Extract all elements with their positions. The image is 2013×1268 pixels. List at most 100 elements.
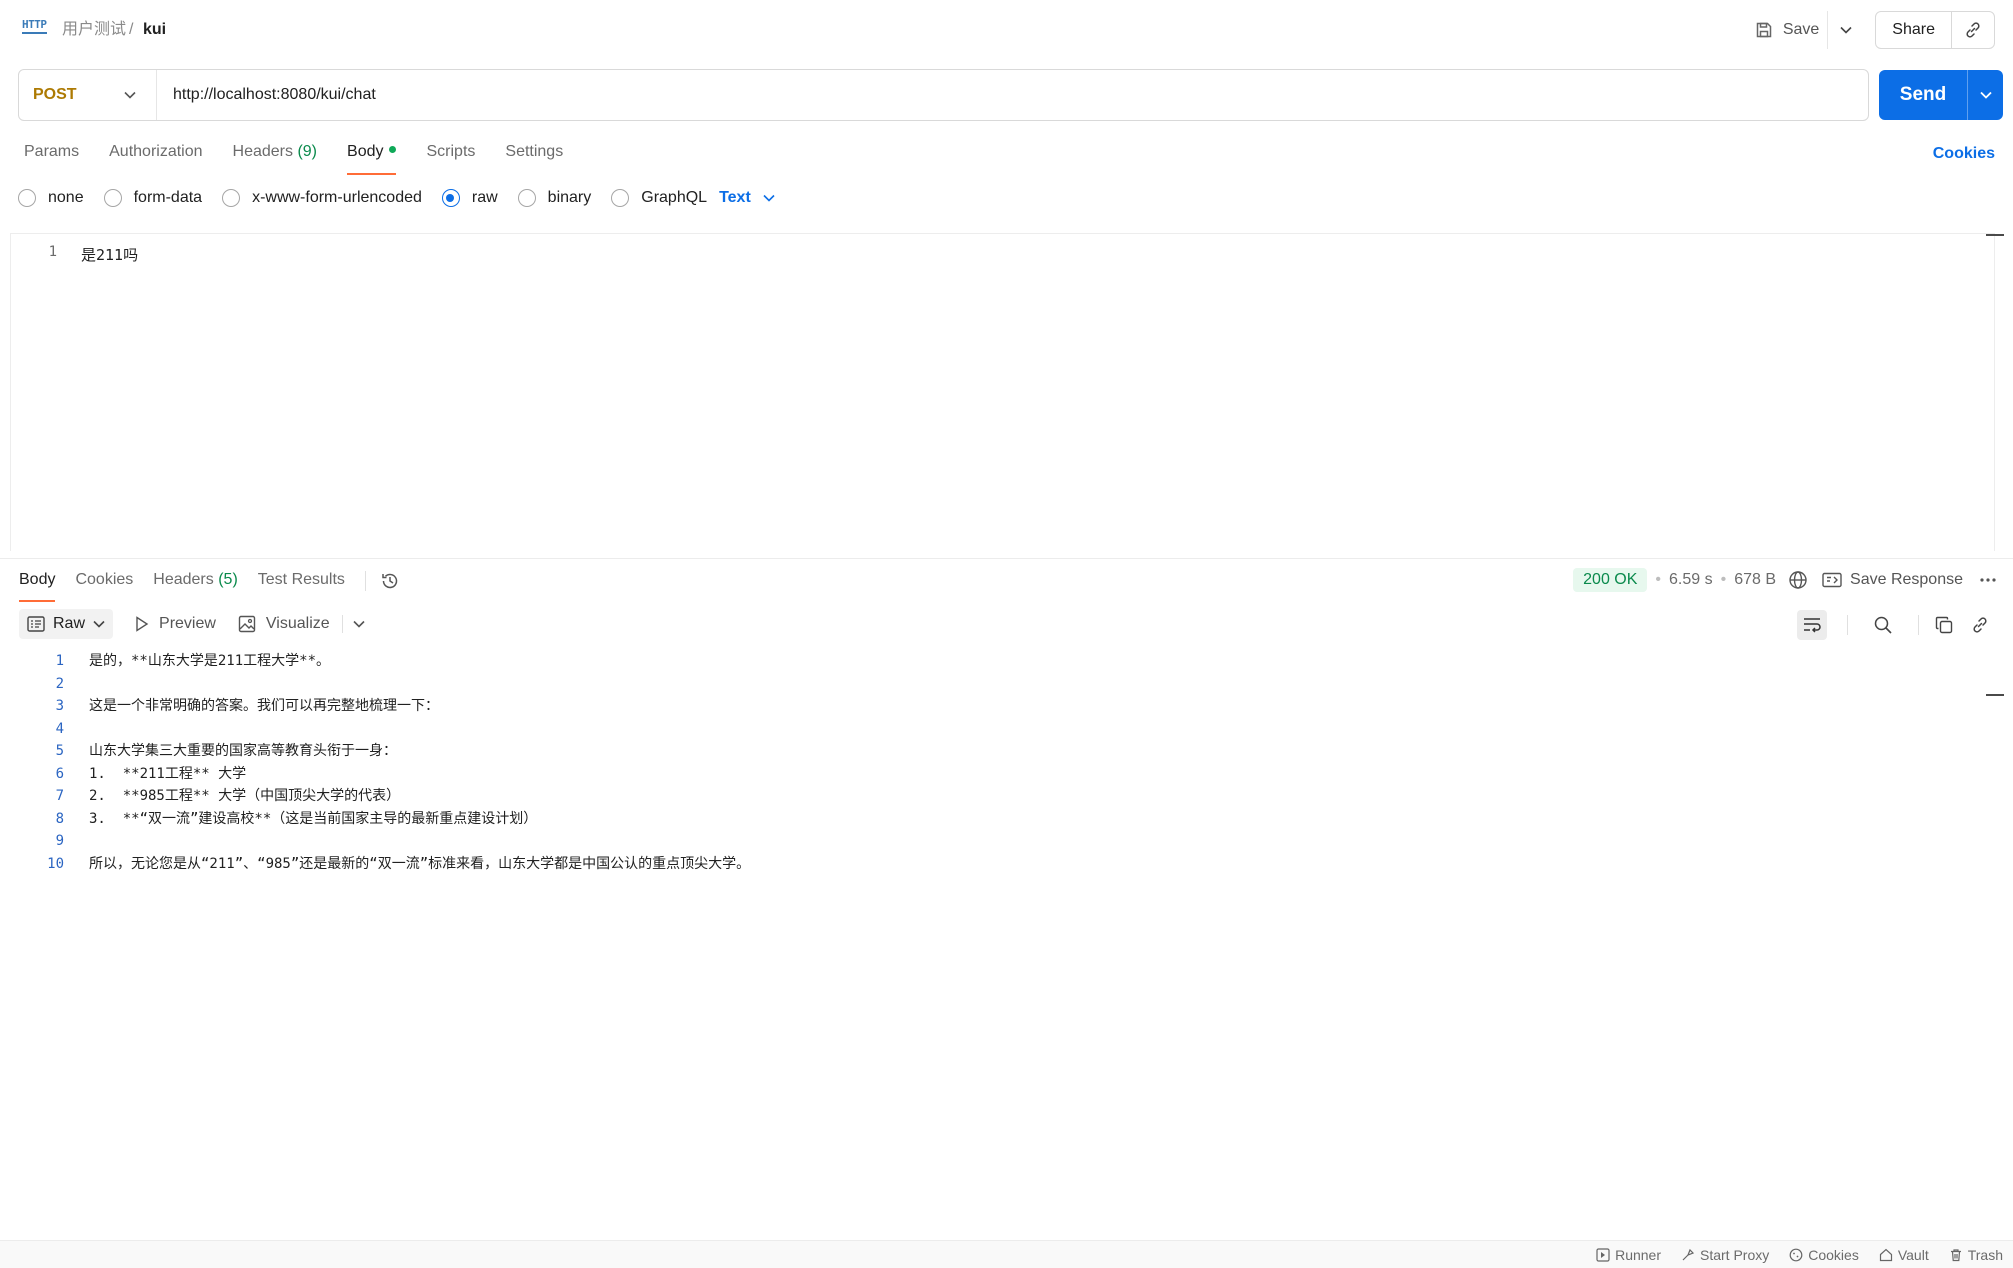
start-proxy-button[interactable]: Start Proxy	[1681, 1247, 1769, 1263]
headers-count: (5)	[218, 571, 238, 588]
cookies-button[interactable]: Cookies	[1789, 1247, 1859, 1263]
tab-settings[interactable]: Settings	[505, 141, 563, 175]
response-tabs: Body Cookies Headers (5) Test Results	[19, 570, 400, 602]
tab-label: Cookies	[75, 571, 134, 588]
send-button[interactable]: Send	[1879, 70, 1967, 120]
code-line: 2	[0, 673, 1985, 696]
line-text: 这是一个非常明确的答案。我们可以再完整地梳理一下：	[89, 698, 439, 714]
radio-button-checked	[441, 189, 460, 207]
response-size[interactable]: 678 B	[1734, 571, 1776, 589]
radio-label: raw	[471, 189, 498, 206]
radio-button	[222, 189, 241, 207]
body-type-none[interactable]: none	[18, 189, 84, 207]
divider	[1918, 615, 1919, 635]
response-time[interactable]: 6.59 s	[1669, 571, 1713, 589]
request-actions: Save Share	[1747, 11, 1995, 49]
cookies-link[interactable]: Cookies	[1933, 145, 1995, 163]
share-button[interactable]: Share	[1876, 12, 1952, 48]
tab-label: Test Results	[257, 571, 345, 588]
play-icon	[136, 616, 149, 632]
line-number: 10	[47, 855, 64, 872]
runner-label: Runner	[1615, 1246, 1661, 1263]
copy-button[interactable]	[1929, 610, 1959, 640]
divider	[341, 615, 343, 633]
more-options-icon[interactable]	[1979, 577, 1997, 583]
visualize-button[interactable]: Visualize	[238, 615, 330, 633]
copy-link-button[interactable]	[1965, 610, 1995, 640]
line-number: 7	[55, 788, 64, 804]
method-select[interactable]: POST	[19, 70, 157, 120]
body-type-form-data[interactable]: form-data	[103, 189, 203, 207]
save-icon	[1756, 22, 1772, 38]
response-body-viewer[interactable]: 1 是的，**山东大学是211工程大学**。 2 3 这是一个非常明确的答案。我们可…	[0, 650, 1985, 875]
radio-button	[517, 189, 536, 207]
line-number: 5	[55, 743, 64, 759]
code-line: 7 2. **985工程** 大学（中国顶尖大学的代表）	[0, 785, 1985, 808]
image-icon	[238, 615, 256, 633]
copy-link-button[interactable]	[1952, 12, 1994, 48]
status-badge[interactable]: 200 OK	[1573, 568, 1648, 592]
save-label: Save	[1782, 21, 1820, 38]
tab-authorization[interactable]: Authorization	[109, 141, 202, 175]
chevron-down-icon	[763, 194, 775, 202]
line-number: 1	[55, 653, 64, 669]
meta-separator: •	[1720, 571, 1727, 588]
link-icon	[1973, 617, 1987, 633]
raw-format-select[interactable]: Text	[719, 189, 775, 207]
search-button[interactable]	[1868, 610, 1898, 640]
send-group: Send	[1879, 70, 2003, 120]
radio-label: binary	[547, 189, 592, 206]
response-tab-cookies[interactable]: Cookies	[75, 570, 133, 600]
save-response-button[interactable]: Save Response	[1822, 571, 1963, 589]
line-number: 1	[48, 244, 57, 260]
tab-headers[interactable]: Headers (9)	[233, 141, 318, 175]
code-line: 6 1. **211工程** 大学	[0, 763, 1985, 786]
save-options-button[interactable]	[1827, 11, 1863, 49]
request-name[interactable]: kui	[143, 20, 166, 40]
line-number: 8	[55, 810, 64, 827]
code-line: 10 所以，无论您是从“211”、“985”还是最新的“双一流”标准来看，山东大学…	[0, 853, 1985, 876]
tab-scripts[interactable]: Scripts	[426, 141, 475, 175]
save-button[interactable]: Save	[1747, 11, 1827, 49]
visualize-label: Visualize	[265, 615, 330, 632]
runner-button[interactable]: Runner	[1596, 1247, 1661, 1263]
code-line: 5 山东大学集三大重要的国家高等教育头衔于一身：	[0, 740, 1985, 763]
breadcrumb-collection[interactable]: 用户测试	[62, 20, 126, 40]
code-line: 1 是的，**山东大学是211工程大学**。	[0, 650, 1985, 673]
chevron-down-icon	[124, 91, 136, 99]
response-tab-headers[interactable]: Headers (5)	[153, 570, 238, 600]
globe-icon[interactable]	[1788, 570, 1808, 590]
scrollbar-marker[interactable]	[1986, 694, 2004, 696]
method-label: POST	[33, 86, 77, 103]
response-tab-body[interactable]: Body	[19, 570, 56, 602]
radio-label: form-data	[133, 189, 203, 206]
radio-label: none	[48, 189, 84, 206]
body-type-urlencoded[interactable]: x-www-form-urlencoded	[222, 189, 422, 207]
response-tools	[1797, 610, 1995, 640]
scrollbar-marker[interactable]	[1986, 234, 2004, 236]
body-type-binary[interactable]: binary	[517, 189, 592, 207]
url-input[interactable]	[157, 70, 1868, 120]
preview-button[interactable]: Preview	[135, 615, 216, 633]
send-options-button[interactable]	[1967, 70, 2003, 120]
trash-button[interactable]: Trash	[1949, 1247, 2003, 1263]
request-body-editor[interactable]: 1 是211吗	[10, 233, 2004, 551]
view-mode-select[interactable]: Raw	[19, 609, 114, 639]
line-text: 是的，**山东大学是211工程大学**。	[89, 653, 331, 669]
body-type-options: none form-data x-www-form-urlencoded raw…	[18, 186, 775, 210]
tab-body[interactable]: Body	[347, 141, 397, 175]
tab-label: Settings	[505, 143, 564, 160]
line-number: 2	[55, 675, 64, 692]
body-type-raw[interactable]: raw	[441, 189, 498, 207]
chevron-down-icon[interactable]	[353, 620, 365, 628]
line-number: 3	[55, 698, 64, 714]
history-icon[interactable]	[380, 571, 400, 591]
pane-divider[interactable]	[0, 558, 2013, 559]
line-number: 9	[55, 833, 64, 849]
vault-button[interactable]: Vault	[1879, 1247, 1929, 1263]
wrap-lines-button[interactable]	[1797, 610, 1827, 640]
response-tab-test-results[interactable]: Test Results	[258, 570, 345, 600]
tab-params[interactable]: Params	[24, 141, 79, 175]
body-type-graphql[interactable]: GraphQL	[611, 189, 707, 207]
response-meta: 200 OK • 6.59 s • 678 B Save Response	[1573, 567, 1997, 593]
